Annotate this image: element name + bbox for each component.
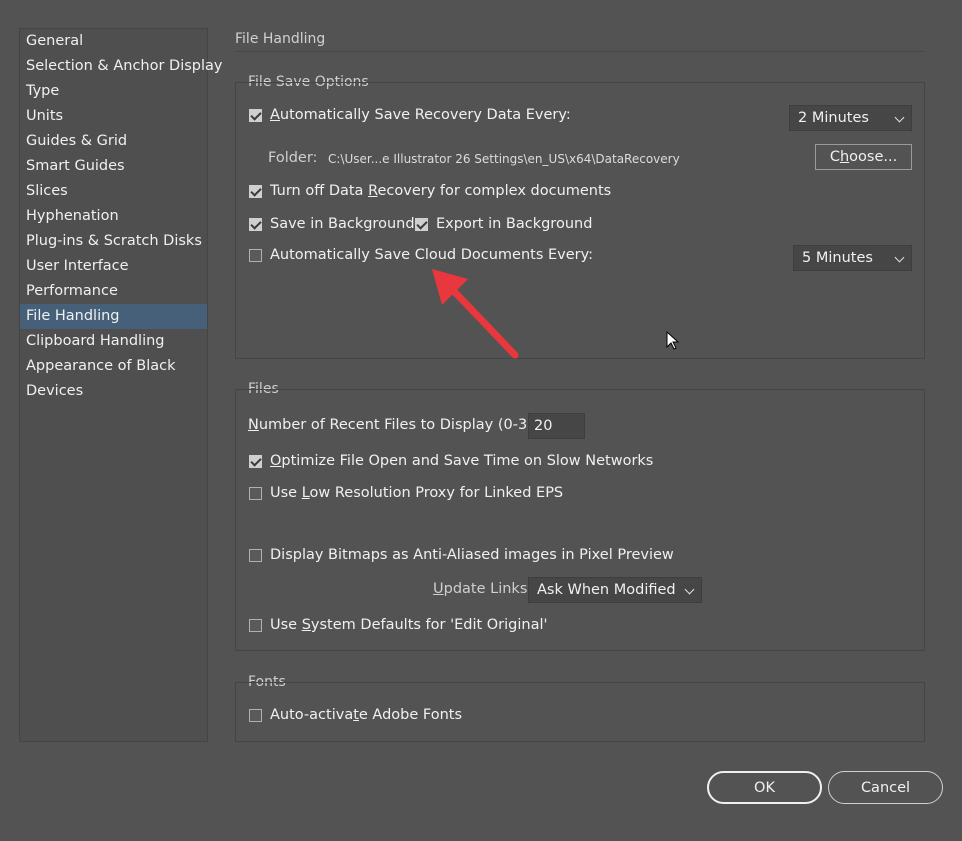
system-defaults-checkbox[interactable]: Use System Defaults for 'Edit Original': [249, 615, 548, 635]
mouse-cursor-icon: [666, 331, 680, 350]
folder-label: Folder:: [268, 150, 318, 166]
recovery-interval-dropdown[interactable]: 2 Minutes: [789, 105, 912, 131]
checkbox-empty: [249, 248, 262, 262]
cancel-button[interactable]: Cancel: [828, 771, 943, 804]
chevron-down-icon: [684, 584, 695, 595]
chevron-down-icon: [894, 252, 905, 263]
save-in-background-label: Save in Background: [270, 216, 415, 232]
cloud-interval-dropdown[interactable]: 5 Minutes: [793, 245, 912, 271]
sidebar-item-general[interactable]: General: [20, 29, 207, 54]
title-divider: [235, 51, 925, 52]
sidebar-item-smart-guides[interactable]: Smart Guides: [20, 154, 207, 179]
checkmark-icon: [249, 454, 262, 468]
page-title: File Handling: [235, 31, 326, 47]
sidebar-item-appearance-of-black[interactable]: Appearance of Black: [20, 354, 207, 379]
auto-activate-fonts-checkbox[interactable]: Auto-activate Adobe Fonts: [249, 705, 462, 725]
low-res-proxy-label: Use Low Resolution Proxy for Linked EPS: [270, 485, 564, 501]
low-res-proxy-checkbox[interactable]: Use Low Resolution Proxy for Linked EPS: [249, 483, 563, 503]
display-bitmaps-checkbox[interactable]: Display Bitmaps as Anti-Aliased images i…: [249, 545, 674, 565]
update-links-value: Ask When Modified: [537, 582, 676, 598]
sidebar-item-type[interactable]: Type: [20, 79, 207, 104]
update-links-label: Update Links:: [433, 581, 533, 597]
sidebar-item-hyphenation[interactable]: Hyphenation: [20, 204, 207, 229]
sidebar-item-slices[interactable]: Slices: [20, 179, 207, 204]
checkbox-empty: [249, 548, 262, 562]
sidebar-item-performance[interactable]: Performance: [20, 279, 207, 304]
checkmark-icon: [249, 108, 262, 122]
recovery-interval-value: 2 Minutes: [798, 110, 869, 126]
chevron-down-icon: [894, 112, 905, 123]
display-bitmaps-label: Display Bitmaps as Anti-Aliased images i…: [270, 547, 674, 563]
checkmark-icon: [415, 217, 428, 231]
optimize-file-open-checkbox[interactable]: Optimize File Open and Save Time on Slow…: [249, 451, 653, 471]
sidebar-item-user-interface[interactable]: User Interface: [20, 254, 207, 279]
checkbox-empty: [249, 618, 262, 632]
sidebar-item-devices[interactable]: Devices: [20, 379, 207, 404]
annotation-arrow: [432, 269, 519, 359]
auto-save-cloud-checkbox[interactable]: Automatically Save Cloud Documents Every…: [249, 245, 593, 265]
sidebar-item-file-handling[interactable]: File Handling: [20, 304, 207, 329]
sidebar-item-plugins-scratch-disks[interactable]: Plug-ins & Scratch Disks: [20, 229, 207, 254]
optimize-file-open-label: Optimize File Open and Save Time on Slow…: [270, 453, 654, 469]
system-defaults-label: Use System Defaults for 'Edit Original': [270, 617, 548, 633]
checkmark-icon: [249, 217, 262, 231]
choose-folder-label: Choose...: [829, 149, 898, 165]
auto-save-cloud-label: Automatically Save Cloud Documents Every…: [270, 247, 594, 263]
choose-folder-button[interactable]: Choose...: [815, 144, 912, 170]
export-in-background-label: Export in Background: [436, 216, 593, 232]
update-links-dropdown[interactable]: Ask When Modified: [528, 577, 702, 603]
checkmark-icon: [249, 184, 262, 198]
folder-path: C:\User...e Illustrator 26 Settings\en_U…: [328, 152, 680, 166]
save-in-background-checkbox[interactable]: Save in Background: [249, 214, 415, 234]
sidebar-item-guides-grid[interactable]: Guides & Grid: [20, 129, 207, 154]
turn-off-recovery-checkbox[interactable]: Turn off Data Recovery for complex docum…: [249, 181, 611, 201]
cloud-interval-value: 5 Minutes: [802, 250, 873, 266]
sidebar-item-selection-anchor-display[interactable]: Selection & Anchor Display: [20, 54, 223, 79]
checkbox-empty: [249, 486, 262, 500]
auto-save-recovery-checkbox[interactable]: Automatically Save Recovery Data Every:: [249, 105, 571, 125]
auto-activate-fonts-label: Auto-activate Adobe Fonts: [270, 707, 463, 723]
turn-off-recovery-label: Turn off Data Recovery for complex docum…: [270, 183, 612, 199]
recent-files-input[interactable]: 20: [528, 413, 585, 439]
sidebar-item-clipboard-handling[interactable]: Clipboard Handling: [20, 329, 207, 354]
auto-save-recovery-label: Automatically Save Recovery Data Every:: [270, 107, 571, 123]
ok-button[interactable]: OK: [707, 771, 822, 804]
export-in-background-checkbox[interactable]: Export in Background: [415, 214, 592, 234]
preferences-sidebar: General Selection & Anchor Display Type …: [19, 28, 223, 742]
checkbox-empty: [249, 708, 262, 722]
recent-files-label: Number of Recent Files to Display (0-30)…: [248, 417, 547, 433]
sidebar-item-units[interactable]: Units: [20, 104, 207, 129]
